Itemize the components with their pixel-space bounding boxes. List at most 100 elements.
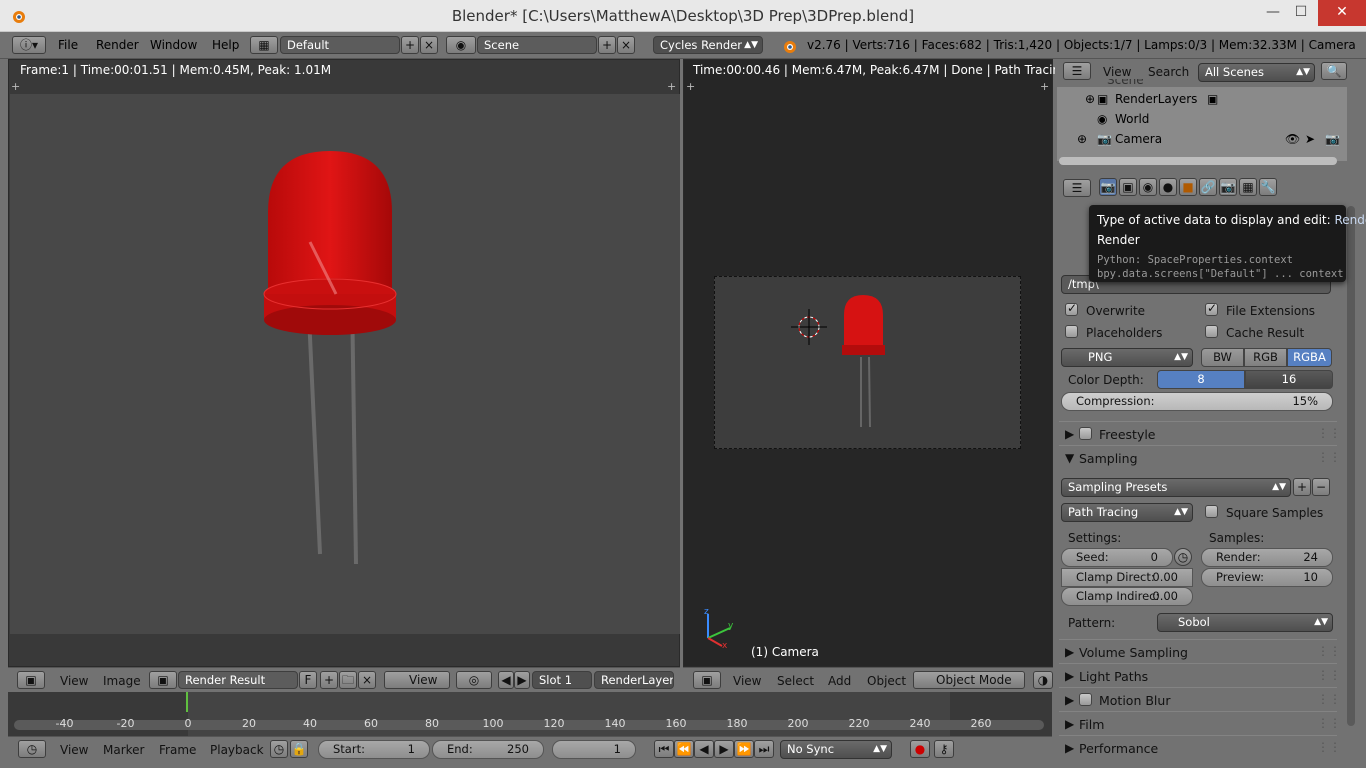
shading-icon[interactable]: ◑ — [1033, 671, 1053, 689]
panel-film[interactable]: ▶ Film ⋮⋮ — [1059, 711, 1341, 735]
expand-icon[interactable]: ⊕ — [1077, 132, 1087, 146]
renderable-camera-icon[interactable]: 📷 — [1325, 132, 1340, 146]
layout-field[interactable]: Default — [280, 36, 400, 54]
integrator-select[interactable]: Path Tracing ▲▼ — [1061, 503, 1193, 522]
add-layout-button[interactable]: + — [401, 36, 419, 54]
selectable-cursor-icon[interactable]: ➤ — [1305, 132, 1315, 146]
maximize-button[interactable]: ☐ — [1284, 0, 1318, 26]
scene-field[interactable]: Scene — [477, 36, 597, 54]
image-browse-icon[interactable]: ▣ — [149, 671, 177, 689]
color-depth-16[interactable]: 16 — [1245, 370, 1333, 389]
close-button[interactable]: ✕ — [1318, 0, 1366, 26]
panel-sampling[interactable]: ▼ Sampling ⋮⋮ — [1059, 445, 1341, 469]
editor-type-timeline-icon[interactable]: ◷ — [18, 740, 46, 758]
drag-handle-icon[interactable]: ⋮⋮ — [1317, 716, 1341, 730]
lock-icon[interactable]: 🔒 — [290, 740, 308, 758]
slot-select[interactable]: Slot 1 — [532, 671, 592, 689]
texture-tab-icon[interactable]: ▦ — [1239, 178, 1257, 196]
properties-vscrollbar[interactable] — [1347, 206, 1355, 726]
current-frame-marker[interactable] — [186, 692, 188, 712]
play-reverse-icon[interactable]: ◀ — [694, 740, 714, 758]
drag-handle-icon[interactable]: ⋮⋮ — [1317, 644, 1341, 658]
animated-seed-clock-icon[interactable]: ◷ — [1174, 548, 1192, 566]
corner-plus-icon[interactable]: + — [667, 80, 676, 93]
outliner-tree[interactable]: Scene ⊕ ▣ RenderLayers ▣ ◉ World ⊕ 📷 Cam… — [1057, 79, 1347, 161]
menu-select[interactable]: Select — [777, 674, 814, 688]
seed-field[interactable]: Seed: 0 — [1061, 548, 1173, 567]
scene-tab-icon[interactable]: ◉ — [1139, 178, 1157, 196]
sampling-presets-select[interactable]: Sampling Presets ▲▼ — [1061, 478, 1291, 497]
panel-freestyle[interactable]: ▶ Freestyle ⋮⋮ — [1059, 421, 1341, 445]
world-tab-icon[interactable]: ● — [1159, 178, 1177, 196]
image-editor[interactable]: Frame:1 | Time:00:01.51 | Mem:0.45M, Pea… — [8, 59, 680, 667]
panel-motion-blur[interactable]: ▶ Motion Blur ⋮⋮ — [1059, 687, 1341, 711]
remove-preset-button[interactable]: − — [1312, 478, 1330, 496]
editor-type-outliner-icon[interactable]: ☰ — [1063, 62, 1091, 80]
jump-start-icon[interactable]: ⏮ — [654, 740, 674, 758]
cache-result-checkbox[interactable] — [1205, 325, 1218, 338]
render-image-area[interactable] — [10, 94, 680, 634]
square-samples-checkbox[interactable] — [1205, 505, 1218, 518]
data-tab-icon[interactable]: 📷 — [1219, 178, 1237, 196]
drag-handle-icon[interactable]: ⋮⋮ — [1317, 668, 1341, 682]
add-scene-button[interactable]: + — [598, 36, 616, 54]
start-frame-field[interactable]: Start: 1 — [318, 740, 430, 759]
3d-viewport[interactable]: Time:00:00.46 | Mem:6.47M, Peak:6.47M | … — [683, 59, 1116, 667]
timeline-scrollbar[interactable] — [14, 720, 1044, 730]
color-mode-bw[interactable]: BW — [1201, 348, 1244, 367]
preview-samples-field[interactable]: Preview: 10 — [1201, 568, 1333, 587]
menu-view[interactable]: View — [60, 674, 88, 688]
menu-help[interactable]: Help — [212, 38, 239, 52]
corner-plus-icon[interactable]: + — [11, 80, 20, 93]
panel-volume-sampling[interactable]: ▶ Volume Sampling ⋮⋮ — [1059, 639, 1341, 663]
current-frame-field[interactable]: 1 — [552, 740, 636, 759]
jump-keyframe-forward-icon[interactable]: ⏩ — [734, 740, 754, 758]
placeholders-checkbox[interactable] — [1065, 325, 1078, 338]
sync-select[interactable]: No Sync ▲▼ — [780, 740, 892, 759]
render-layers-tab-icon[interactable]: ▣ — [1119, 178, 1137, 196]
motion-blur-checkbox[interactable] — [1079, 693, 1092, 706]
editor-type-image-icon[interactable]: ▣ — [17, 671, 45, 689]
constraints-tab-icon[interactable]: 🔗 — [1199, 178, 1217, 196]
expand-icon[interactable]: ⊕ — [1085, 92, 1095, 106]
visibility-eye-icon[interactable]: 👁 — [1285, 132, 1300, 146]
freestyle-checkbox[interactable] — [1079, 427, 1092, 440]
outliner[interactable]: ☰ View Search All Scenes ▲▼ 🔍 Scene ⊕ ▣ R… — [1055, 59, 1356, 174]
object-tab-icon[interactable]: ■ — [1179, 178, 1197, 196]
outliner-row-world[interactable]: ◉ World — [1057, 112, 1347, 132]
end-frame-field[interactable]: End: 250 — [432, 740, 544, 759]
jump-keyframe-back-icon[interactable]: ⏪ — [674, 740, 694, 758]
jump-end-icon[interactable]: ⏭ — [754, 740, 774, 758]
menu-file[interactable]: File — [58, 38, 78, 52]
preview-range-icon[interactable]: ◷ — [270, 740, 288, 758]
menu-object[interactable]: Object — [867, 674, 906, 688]
render-engine-select[interactable]: Cycles Render ▲▼ — [653, 36, 763, 54]
record-icon[interactable]: ● — [910, 740, 930, 758]
drag-handle-icon[interactable]: ⋮⋮ — [1317, 692, 1341, 706]
menu-search[interactable]: Search — [1148, 65, 1189, 79]
outliner-row-camera[interactable]: ⊕ 📷 Camera 👁 ➤ 📷 — [1057, 132, 1347, 152]
layout-grid-icon[interactable]: ▦ — [250, 36, 278, 54]
menu-render[interactable]: Render — [96, 38, 139, 52]
corner-plus-icon[interactable]: + — [1040, 80, 1049, 93]
menu-add[interactable]: Add — [828, 674, 851, 688]
menu-window[interactable]: Window — [150, 38, 197, 52]
menu-view[interactable]: View — [1103, 65, 1131, 79]
play-icon[interactable]: ▶ — [714, 740, 734, 758]
new-image-button[interactable]: + — [320, 671, 338, 689]
color-mode-rgb[interactable]: RGB — [1244, 348, 1287, 367]
drag-handle-icon[interactable]: ⋮⋮ — [1317, 450, 1341, 464]
menu-view[interactable]: View — [733, 674, 761, 688]
menu-frame[interactable]: Frame — [159, 743, 196, 757]
unlink-image-button[interactable]: × — [358, 671, 376, 689]
editor-type-3d-icon[interactable]: ▣ — [693, 671, 721, 689]
remove-layout-button[interactable]: × — [420, 36, 438, 54]
timeline[interactable]: -40 -20 0 20 40 60 80 100 120 140 160 180 200 220 240 2… — [8, 692, 1052, 736]
open-image-folder-icon[interactable]: 🗀 — [339, 671, 357, 689]
compression-slider[interactable]: Compression: 15% — [1061, 392, 1333, 411]
color-depth-8[interactable]: 8 — [1157, 370, 1245, 389]
editor-type-info-icon[interactable]: ⓘ▾ — [12, 36, 46, 54]
menu-image[interactable]: Image — [103, 674, 141, 688]
render-samples-field[interactable]: Render: 24 — [1201, 548, 1333, 567]
outliner-search-icon[interactable]: 🔍 — [1321, 62, 1347, 80]
